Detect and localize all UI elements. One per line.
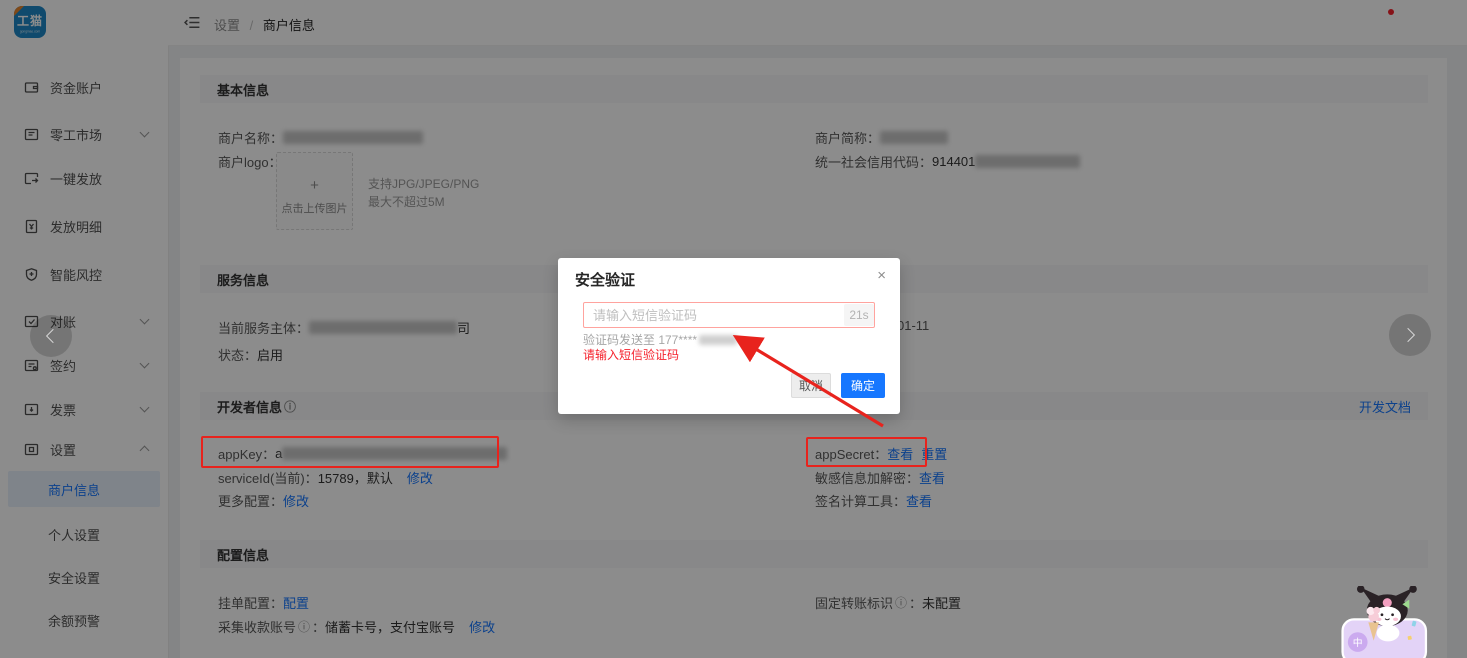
input-error-text: 请输入短信验证码 xyxy=(583,346,679,363)
chevron-right-icon xyxy=(1401,328,1415,342)
modal-title: 安全验证 xyxy=(575,269,635,290)
carousel-prev-button[interactable] xyxy=(30,315,72,357)
mascot-badge: 中 xyxy=(1353,636,1363,649)
modal-close-icon[interactable]: × xyxy=(877,267,886,284)
appkey-annotation-box xyxy=(201,436,499,468)
page: 工猫 gongmao.com 资金账户 零工市场 一键发放 发放明细 智能风控 … xyxy=(0,0,1467,658)
appsecret-annotation-box xyxy=(806,437,927,467)
carousel-next-button[interactable] xyxy=(1389,314,1431,356)
chevron-left-icon xyxy=(46,329,60,343)
annotation-arrow xyxy=(715,322,905,437)
mascot-sticker: 中 xyxy=(1325,586,1445,658)
